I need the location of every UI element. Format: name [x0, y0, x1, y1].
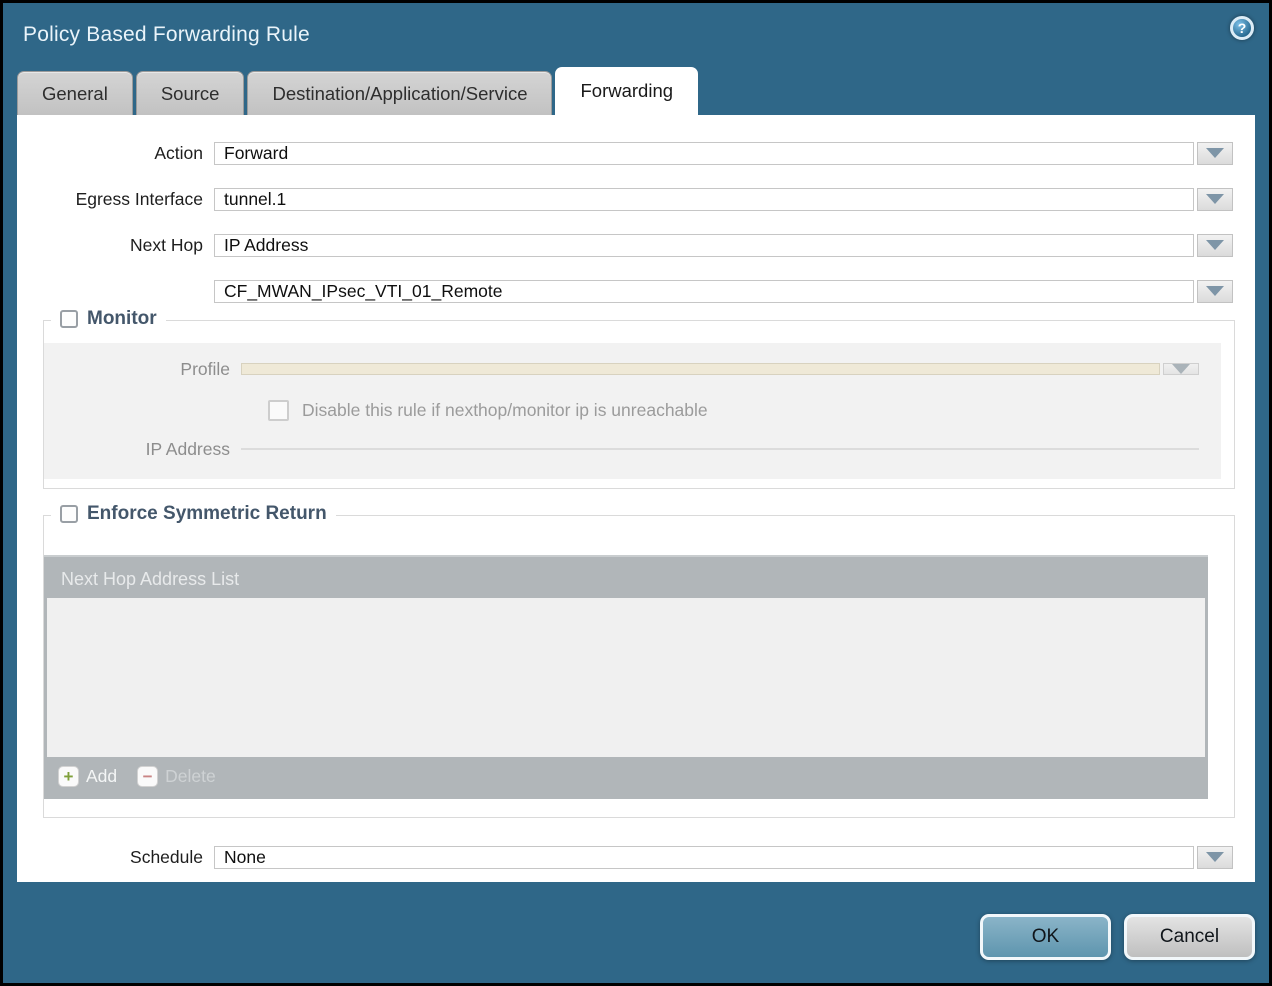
tab-general[interactable]: General	[17, 71, 133, 115]
enforce-symmetric-return-legend: Enforce Symmetric Return	[51, 503, 336, 525]
help-icon[interactable]: ?	[1230, 16, 1254, 40]
tab-destination-application-service[interactable]: Destination/Application/Service	[247, 71, 552, 115]
monitor-checkbox[interactable]	[60, 310, 78, 328]
schedule-select[interactable]: None	[214, 846, 1194, 869]
monitor-panel: Profile Disable this rule if nexthop/mon…	[44, 343, 1221, 479]
next-hop-label: Next Hop	[17, 235, 214, 256]
minus-icon: −	[137, 766, 158, 787]
egress-interface-select[interactable]: tunnel.1	[214, 188, 1194, 211]
profile-select	[241, 363, 1160, 375]
next-hop-address-list-header: Next Hop Address List	[47, 561, 1205, 598]
disable-rule-label: Disable this rule if nexthop/monitor ip …	[302, 400, 708, 421]
monitor-ip-address-label: IP Address	[44, 439, 241, 460]
action-dropdown-button[interactable]	[1197, 142, 1233, 165]
schedule-label: Schedule	[17, 847, 214, 868]
tab-panel-forwarding: Action Forward Egress Interface tunnel.1…	[17, 115, 1255, 882]
egress-interface-label: Egress Interface	[17, 189, 214, 210]
cancel-button[interactable]: Cancel	[1124, 914, 1255, 960]
enforce-symmetric-return-section: Enforce Symmetric Return Next Hop Addres…	[43, 515, 1235, 818]
next-hop-address-list-body	[47, 598, 1205, 757]
chevron-down-icon	[1206, 148, 1224, 158]
disable-rule-row: Disable this rule if nexthop/monitor ip …	[268, 398, 1221, 422]
plus-icon: +	[58, 766, 79, 787]
monitor-section: Monitor Profile Disable this rule if nex…	[43, 320, 1235, 489]
ok-button[interactable]: OK	[980, 914, 1111, 960]
tab-source[interactable]: Source	[136, 71, 245, 115]
chevron-down-icon	[1206, 286, 1224, 296]
next-hop-row: Next Hop IP Address	[17, 228, 1255, 262]
chevron-down-icon	[1206, 194, 1224, 204]
schedule-row: Schedule None	[17, 840, 1255, 874]
next-hop-dropdown-button[interactable]	[1197, 234, 1233, 257]
dialog-title: Policy Based Forwarding Rule	[23, 23, 310, 47]
dialog-footer: OK Cancel	[980, 914, 1255, 960]
tab-forwarding[interactable]: Forwarding	[555, 67, 698, 115]
next-hop-address-row: CF_MWAN_IPsec_VTI_01_Remote	[17, 274, 1255, 308]
next-hop-address-list-table: Next Hop Address List + Add − Delete	[44, 555, 1208, 799]
next-hop-address-select[interactable]: CF_MWAN_IPsec_VTI_01_Remote	[214, 280, 1194, 303]
add-button-label: Add	[86, 766, 117, 787]
action-label: Action	[17, 143, 214, 164]
enforce-symmetric-return-legend-label: Enforce Symmetric Return	[87, 503, 327, 525]
tab-bar: General Source Destination/Application/S…	[3, 66, 1269, 115]
chevron-down-icon	[1172, 364, 1190, 374]
delete-button: − Delete	[137, 766, 216, 787]
dialog-window: Policy Based Forwarding Rule ? General S…	[3, 3, 1269, 983]
titlebar: Policy Based Forwarding Rule ?	[3, 3, 1269, 66]
enforce-symmetric-return-checkbox[interactable]	[60, 505, 78, 523]
next-hop-type-select[interactable]: IP Address	[214, 234, 1194, 257]
profile-label: Profile	[44, 359, 241, 380]
chevron-down-icon	[1206, 240, 1224, 250]
action-select[interactable]: Forward	[214, 142, 1194, 165]
profile-row: Profile	[44, 352, 1221, 386]
disable-rule-checkbox	[268, 400, 289, 421]
monitor-legend-label: Monitor	[87, 308, 157, 330]
delete-button-label: Delete	[165, 766, 216, 787]
schedule-dropdown-button[interactable]	[1197, 846, 1233, 869]
action-row: Action Forward	[17, 136, 1255, 170]
profile-dropdown-button	[1163, 363, 1199, 375]
chevron-down-icon	[1206, 852, 1224, 862]
next-hop-address-list-footer: + Add − Delete	[47, 757, 1205, 796]
add-button[interactable]: + Add	[58, 766, 117, 787]
monitor-legend: Monitor	[51, 308, 166, 330]
egress-interface-row: Egress Interface tunnel.1	[17, 182, 1255, 216]
egress-interface-dropdown-button[interactable]	[1197, 188, 1233, 211]
monitor-ip-address-row: IP Address	[44, 432, 1221, 466]
next-hop-address-dropdown-button[interactable]	[1197, 280, 1233, 303]
monitor-ip-address-input	[241, 448, 1199, 450]
